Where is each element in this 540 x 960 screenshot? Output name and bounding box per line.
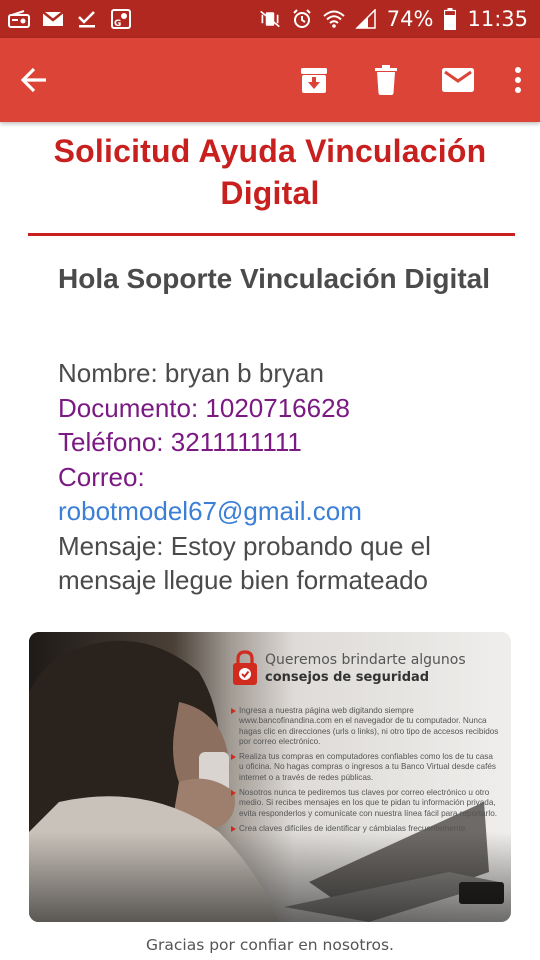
battery-percent: 74%	[386, 7, 434, 31]
more-options-button[interactable]	[494, 50, 522, 110]
alarm-icon	[291, 9, 313, 29]
status-bar: G 74% 11:35	[0, 0, 540, 38]
app-bar-actions	[278, 50, 522, 110]
tip-item: Crea claves difíciles de identificar y c…	[231, 824, 499, 834]
more-vert-icon	[515, 67, 521, 93]
field-mensaje: Mensaje: Estoy probando que el mensaje l…	[58, 530, 431, 596]
tip-item: Nosotros nunca te pediremos tus claves p…	[231, 788, 499, 819]
email-title: Solicitud Ayuda Vinculación Digital	[53, 133, 487, 211]
mark-unread-button[interactable]	[422, 50, 494, 110]
back-button[interactable]	[20, 50, 52, 110]
field-documento: Documento: 1020716628	[58, 392, 351, 423]
field-correo-label: Correo:	[58, 461, 145, 492]
tip-item: Realiza tus compras en computadores conf…	[231, 752, 499, 783]
banner-heading: Queremos brindarte algunos	[265, 652, 466, 668]
archive-icon	[301, 68, 327, 93]
tips-list: Ingresa a nuestra página web digitando s…	[231, 706, 499, 839]
status-right-icons: 74% 11:35	[259, 7, 528, 31]
field-telefono: Teléfono: 3211111111	[58, 427, 302, 457]
field-nombre: Nombre: bryan b bryan	[58, 358, 324, 388]
arrow-back-icon	[20, 67, 46, 93]
footer-text: Gracias por confiar en nosotros.	[146, 936, 394, 954]
svg-text:G: G	[114, 19, 121, 29]
app-bar	[0, 38, 540, 122]
title-divider	[28, 233, 515, 236]
mail-icon	[442, 68, 474, 92]
radio-icon	[8, 9, 30, 29]
lock-check-icon	[233, 650, 257, 685]
security-tips-banner: Queremos brindarte algunos consejos de s…	[29, 632, 511, 922]
status-left-icons: G	[8, 9, 132, 29]
download-done-icon	[76, 9, 98, 29]
clock: 11:35	[467, 7, 528, 31]
delete-button[interactable]	[350, 50, 422, 110]
banner-subheading: consejos de seguridad	[265, 670, 430, 685]
maps-icon: G	[110, 9, 132, 29]
greeting: Hola Soporte Vinculación Digital	[58, 263, 490, 294]
gmail-icon	[42, 9, 64, 29]
email-link[interactable]: robotmodel67@gmail.com	[58, 494, 498, 529]
email-body: Solicitud Ayuda Vinculación Digital Hola…	[0, 122, 540, 960]
delete-icon	[375, 65, 397, 95]
form-fields: Nombre: bryan b bryan Documento: 1020716…	[58, 356, 498, 598]
tip-item: Ingresa a nuestra página web digitando s…	[231, 706, 499, 747]
wifi-icon	[323, 9, 345, 29]
vibrate-mute-icon	[259, 9, 281, 29]
archive-button[interactable]	[278, 50, 350, 110]
signal-icon	[354, 9, 377, 29]
battery-icon	[443, 8, 457, 30]
